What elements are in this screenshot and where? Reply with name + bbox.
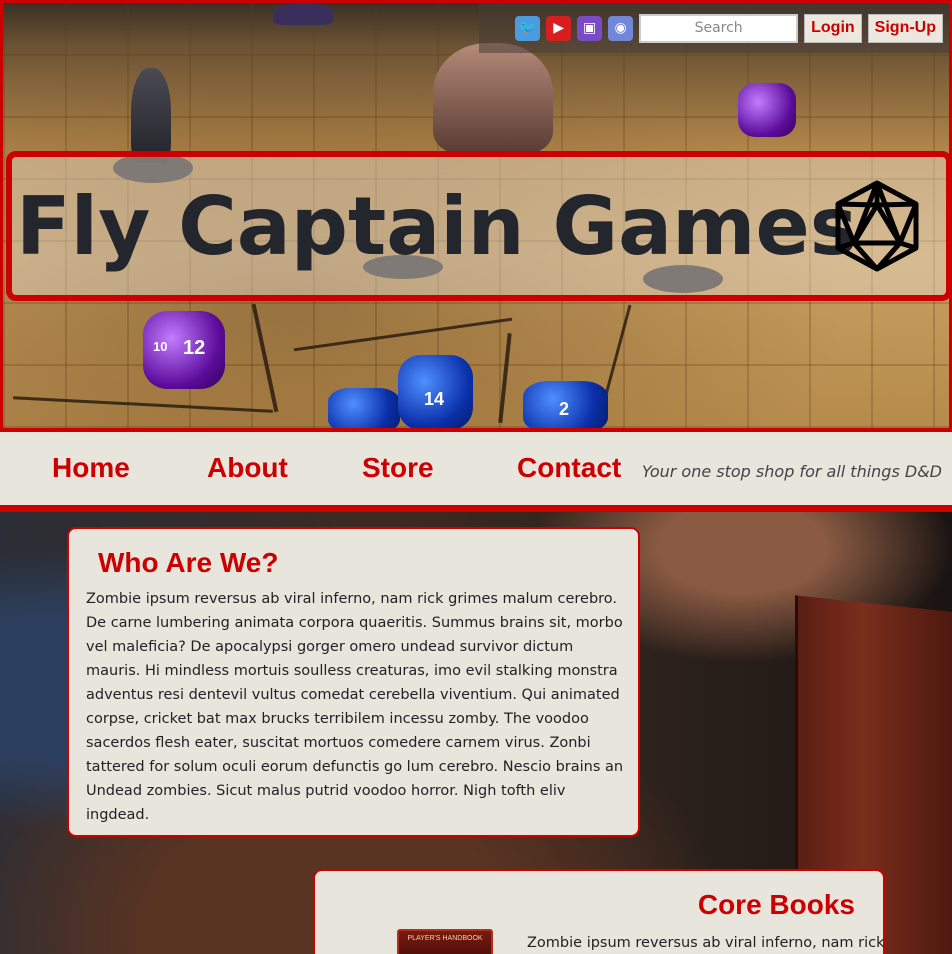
twitter-icon[interactable]: 🐦 xyxy=(515,15,541,41)
purple-d12-die: 12 10 xyxy=(143,311,225,389)
map-line xyxy=(498,333,512,423)
die-number: 10 xyxy=(153,339,168,354)
die-number: 12 xyxy=(183,337,206,359)
core-books-heading: Core Books xyxy=(697,889,855,920)
dragon-miniature xyxy=(433,43,553,153)
nav-store-link[interactable]: Store xyxy=(362,452,434,484)
discord-icon[interactable]: ◉ xyxy=(608,15,634,41)
signup-button[interactable]: Sign-Up xyxy=(867,13,943,43)
top-utility-bar: 🐦 ▶ ▣ ◉ Login Sign-Up xyxy=(479,3,949,53)
site-tagline: Your one stop shop for all things D&D xyxy=(641,462,942,481)
die-number: 14 xyxy=(424,389,445,409)
miniature-figure xyxy=(131,68,171,163)
site-title: Fly Captain Games xyxy=(16,179,858,273)
core-books-panel: Core Books PLAYER'S HANDBOOK Zombie ipsu… xyxy=(313,869,885,954)
map-line xyxy=(251,303,279,413)
who-are-we-panel: Who Are We? Zombie ipsum reversus ab vir… xyxy=(67,527,640,837)
who-are-we-text: Zombie ipsum reversus ab viral inferno, … xyxy=(86,591,624,823)
blue-die: 14 xyxy=(398,355,473,428)
who-are-we-heading: Who Are We? xyxy=(98,547,279,578)
purple-die xyxy=(738,83,796,137)
nav-home-link[interactable]: Home xyxy=(52,452,130,484)
hero-banner-image: 12 10 14 2 🐦 ▶ ▣ ◉ Login Sign-Up Fly Cap… xyxy=(0,0,952,428)
die-number: 2 xyxy=(559,399,570,419)
twitch-icon[interactable]: ▣ xyxy=(577,15,603,41)
login-button[interactable]: Login xyxy=(804,13,862,43)
players-handbook-image[interactable]: PLAYER'S HANDBOOK xyxy=(397,929,493,954)
blue-die xyxy=(328,388,400,428)
miniature-figure xyxy=(273,3,333,25)
youtube-icon[interactable]: ▶ xyxy=(546,15,572,41)
site-title-banner: Fly Captain Games xyxy=(6,151,949,301)
d20-icon xyxy=(835,180,919,272)
map-line xyxy=(13,396,273,413)
nav-contact-link[interactable]: Contact xyxy=(517,452,621,484)
search-input[interactable] xyxy=(639,13,799,43)
blue-die: 2 xyxy=(523,381,608,428)
nav-about-link[interactable]: About xyxy=(207,452,288,484)
map-line xyxy=(293,317,513,352)
main-navigation: Home About Store Contact Your one stop s… xyxy=(0,428,952,512)
core-books-text: Zombie ipsum reversus ab viral inferno, … xyxy=(527,935,885,951)
book-cover-label: PLAYER'S HANDBOOK xyxy=(407,935,483,942)
